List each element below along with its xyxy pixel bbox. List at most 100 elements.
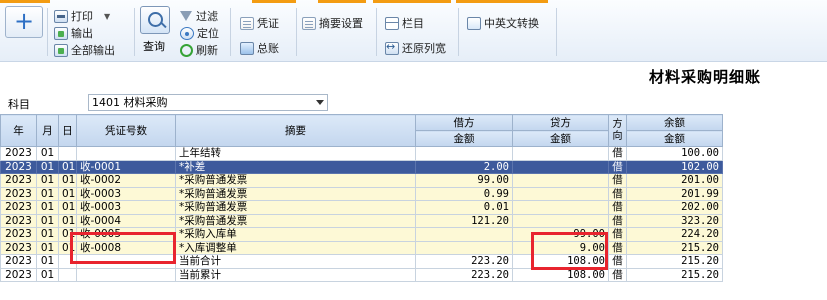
cell-direction: 借 xyxy=(608,240,627,255)
restore-width-button[interactable]: 还原列宽 xyxy=(385,40,446,56)
accent-bar xyxy=(373,0,451,3)
table-row[interactable]: 2023 01 01 收-0005 *采购入库单 99.00 借 224.20 xyxy=(0,227,723,242)
cell-debit-amount: 223.20 xyxy=(415,254,513,269)
column-header-balance[interactable]: 余额 xyxy=(626,114,723,131)
cell-credit-amount: 9.00 xyxy=(512,240,609,255)
query-button-label[interactable]: 查询 xyxy=(143,38,165,54)
cell-year: 2023 xyxy=(0,186,37,201)
cell-credit-amount xyxy=(512,186,609,201)
ledger-icon xyxy=(240,41,254,55)
subject-select[interactable]: 1401 材料采购 xyxy=(88,94,328,111)
column-header-summary[interactable]: 摘要 xyxy=(175,114,416,147)
column-subheader-credit-amount[interactable]: 金额 xyxy=(512,130,609,147)
table-row[interactable]: 2023 01 上年结转 借 100.00 xyxy=(0,146,723,161)
cell-debit-amount xyxy=(415,146,513,161)
cell-balance-amount: 224.20 xyxy=(626,227,723,242)
columns-label: 栏目 xyxy=(402,17,424,30)
cell-credit-amount xyxy=(512,200,609,215)
cell-debit-amount: 121.20 xyxy=(415,213,513,228)
filter-icon xyxy=(180,10,193,23)
cell-summary: 当前合计 xyxy=(175,254,416,269)
cell-day xyxy=(58,146,77,161)
add-icon: + xyxy=(13,7,35,35)
cell-voucher-no: 收-0008 xyxy=(76,240,176,255)
cell-year: 2023 xyxy=(0,200,37,215)
search-icon[interactable] xyxy=(140,6,170,34)
cell-direction: 借 xyxy=(608,173,627,188)
refresh-button[interactable]: 刷新 xyxy=(180,42,218,58)
locate-button[interactable]: 定位 xyxy=(180,25,219,41)
cell-summary: *入库调整单 xyxy=(175,240,416,255)
column-header-day[interactable]: 日 xyxy=(58,114,77,147)
cell-debit-amount xyxy=(415,240,513,255)
columns-button[interactable]: 栏目 xyxy=(385,15,424,31)
ledger-button[interactable]: 总账 xyxy=(240,40,279,56)
cell-credit-amount: 108.00 xyxy=(512,254,609,269)
cell-direction: 借 xyxy=(608,254,627,269)
cell-voucher-no: 收-0002 xyxy=(76,173,176,188)
cell-month: 01 xyxy=(36,254,59,269)
column-header-debit[interactable]: 借方 xyxy=(415,114,513,131)
toolbar-separator xyxy=(230,8,231,56)
toolbar-separator xyxy=(458,8,459,56)
cell-day: 01 xyxy=(58,173,77,188)
table-row[interactable]: 2023 01 01 收-0003 *采购普通发票 0.01 借 202.00 xyxy=(0,200,723,215)
refresh-label: 刷新 xyxy=(196,44,218,57)
cell-month: 01 xyxy=(36,186,59,201)
export-all-button[interactable]: 全部输出 xyxy=(54,42,115,58)
refresh-icon xyxy=(180,43,193,57)
cell-balance-amount: 201.00 xyxy=(626,173,723,188)
cell-year: 2023 xyxy=(0,240,37,255)
language-toggle-button[interactable]: 中英文转换 xyxy=(467,15,539,31)
cell-year: 2023 xyxy=(0,159,37,174)
cell-year: 2023 xyxy=(0,254,37,269)
cell-year: 2023 xyxy=(0,227,37,242)
table-row[interactable]: 2023 01 01 收-0003 *采购普通发票 0.99 借 201.99 xyxy=(0,186,723,201)
table-row[interactable]: 2023 01 01 收-0008 *入库调整单 9.00 借 215.20 xyxy=(0,240,723,255)
cell-voucher-no: 收-0005 xyxy=(76,227,176,242)
chevron-down-icon[interactable]: ▼ xyxy=(104,12,110,21)
accent-bar xyxy=(318,0,366,3)
column-header-credit[interactable]: 贷方 xyxy=(512,114,609,131)
chevron-down-icon[interactable] xyxy=(316,100,324,105)
cell-balance-amount: 202.00 xyxy=(626,200,723,215)
cell-year: 2023 xyxy=(0,213,37,228)
print-icon xyxy=(54,9,68,23)
export-label: 输出 xyxy=(71,27,93,40)
column-header-direction[interactable]: 方向 xyxy=(608,114,627,147)
cell-credit-amount: 99.00 xyxy=(512,227,609,242)
toolbar-separator xyxy=(47,8,48,56)
export-icon xyxy=(54,26,68,40)
filter-button[interactable]: 过滤 xyxy=(180,8,218,24)
cell-debit-amount xyxy=(415,227,513,242)
cell-summary: *采购普通发票 xyxy=(175,173,416,188)
cell-balance-amount: 215.20 xyxy=(626,267,723,282)
column-header-year[interactable]: 年 xyxy=(0,114,37,147)
export-all-icon xyxy=(54,43,68,57)
cell-month: 01 xyxy=(36,213,59,228)
table-row[interactable]: 2023 01 当前合计 223.20 108.00 借 215.20 xyxy=(0,254,723,269)
column-subheader-balance-amount[interactable]: 金额 xyxy=(626,130,723,147)
column-header-month[interactable]: 月 xyxy=(36,114,59,147)
print-button[interactable]: 打印 ▼ xyxy=(54,8,110,24)
export-button[interactable]: 输出 xyxy=(54,25,93,41)
table-row[interactable]: 2023 01 当前累计 223.20 108.00 借 215.20 xyxy=(0,267,723,282)
table-row[interactable]: 2023 01 01 收-0001 *补差 2.00 借 102.00 xyxy=(0,159,723,174)
column-subheader-debit-amount[interactable]: 金额 xyxy=(415,130,513,147)
ledger-label: 总账 xyxy=(257,42,279,55)
cell-summary: *采购入库单 xyxy=(175,227,416,242)
voucher-button[interactable]: 凭证 xyxy=(240,15,279,31)
summary-settings-button[interactable]: 摘要设置 xyxy=(302,15,363,31)
column-header-voucher-no[interactable]: 凭证号数 xyxy=(76,114,176,147)
language-toggle-label: 中英文转换 xyxy=(484,17,539,30)
cell-summary: *采购普通发票 xyxy=(175,186,416,201)
add-button[interactable]: + xyxy=(5,6,43,38)
locate-label: 定位 xyxy=(197,27,219,40)
table-row[interactable]: 2023 01 01 收-0004 *采购普通发票 121.20 借 323.20 xyxy=(0,213,723,228)
cell-direction: 借 xyxy=(608,213,627,228)
cell-credit-amount xyxy=(512,173,609,188)
table-row[interactable]: 2023 01 01 收-0002 *采购普通发票 99.00 借 201.00 xyxy=(0,173,723,188)
report-title: 材料采购明细账 xyxy=(648,68,761,86)
cell-credit-amount xyxy=(512,159,609,174)
language-icon xyxy=(467,16,481,30)
